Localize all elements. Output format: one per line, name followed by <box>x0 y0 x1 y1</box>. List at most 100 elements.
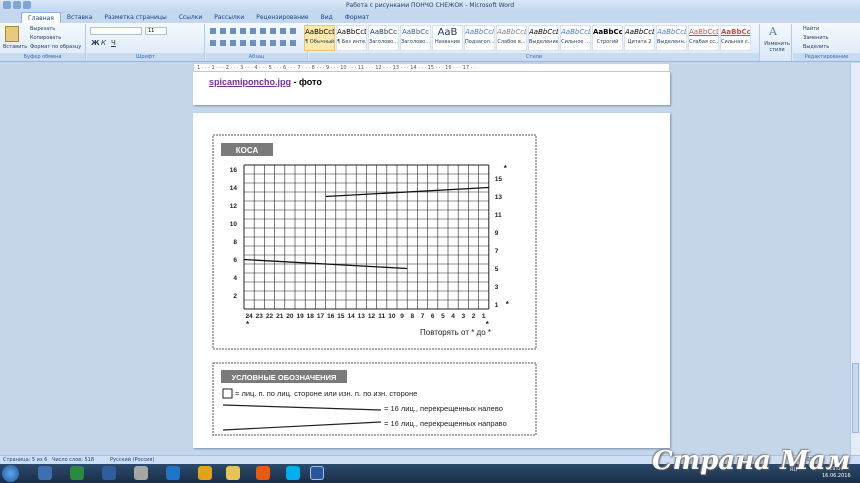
col-label: 3 <box>461 313 465 320</box>
row-label-left: 2 <box>233 293 237 300</box>
col-label: 19 <box>296 313 304 320</box>
word-window: Работа с рисунками ПОНЧО СНЕЖОК - Micros… <box>0 0 860 483</box>
title-bar: Работа с рисунками ПОНЧО СНЕЖОК - Micros… <box>0 0 860 11</box>
legend-cell-symbol <box>222 388 233 399</box>
style-name: Выделенн... <box>657 39 686 45</box>
style-strong[interactable]: AaBbCcDc Строгий <box>592 25 623 51</box>
col-label: 21 <box>276 313 284 320</box>
media-icon[interactable] <box>70 466 84 480</box>
style-sample: AaBbCcDc <box>305 28 334 36</box>
ie-icon[interactable] <box>166 466 180 480</box>
row-label-left: 8 <box>233 239 237 246</box>
style-name: Строгий <box>596 39 619 45</box>
col-label: 17 <box>317 313 325 320</box>
tab-view[interactable]: Вид <box>315 12 339 23</box>
save-icon[interactable] <box>13 1 21 9</box>
editing-group: Найти Заменить Выделить Редактирование <box>793 24 860 61</box>
col-label: 22 <box>266 313 274 320</box>
word-icon[interactable] <box>310 466 324 480</box>
style-intense-emphasis[interactable]: AaBbCcDc Сильное ... <box>560 25 591 51</box>
legend-title: УСЛОВНЫЕ ОБОЗНАЧЕНИЯ <box>232 373 337 382</box>
col-label: 9 <box>400 313 404 320</box>
italic-button[interactable]: К <box>101 39 106 47</box>
style-name: ¶ Обычный <box>305 39 334 45</box>
select-button[interactable]: Выделить <box>803 44 829 50</box>
style-heading-2[interactable]: AaBbCc Заголово... <box>400 25 431 51</box>
style-subtle-reference[interactable]: AaBbCcDc Слабая сс... <box>688 25 719 51</box>
folder-icon[interactable] <box>226 466 240 480</box>
row-label-right: 7 <box>495 248 499 255</box>
skype-icon[interactable] <box>286 466 300 480</box>
paste-icon[interactable] <box>5 26 19 42</box>
tab-page-layout[interactable]: Разметка страницы <box>98 12 172 23</box>
copy-button[interactable]: Копировать <box>30 35 61 41</box>
style-name: Слабая сс... <box>689 39 718 45</box>
style-intense-quote[interactable]: AaBbCcDc Выделенн... <box>656 25 687 51</box>
row-label-left: 14 <box>230 185 238 192</box>
row-label-right: 11 <box>495 212 502 219</box>
pattern-figure[interactable]: КОСА 24 23 22 21 20 19 18 17 16 15 14 13 12 11 10 9 8 7 6 5… <box>193 113 670 448</box>
find-button[interactable]: Найти <box>803 26 819 32</box>
vertical-scrollbar[interactable] <box>850 63 860 455</box>
change-styles-button[interactable]: Изменить стили <box>763 41 791 53</box>
style-intense-reference[interactable]: AaBbCcDc Сильная с... <box>720 25 751 51</box>
font-name-select[interactable] <box>90 27 142 35</box>
tab-format[interactable]: Формат <box>339 12 375 23</box>
align-buttons[interactable] <box>210 40 300 46</box>
app-icon[interactable] <box>198 466 212 480</box>
replace-button[interactable]: Заменить <box>803 35 829 41</box>
style-normal[interactable]: AaBbCcDc ¶ Обычный <box>304 25 335 51</box>
styles-group-label: Стили <box>309 53 759 61</box>
style-title[interactable]: AaB Название <box>432 25 463 51</box>
style-heading-1[interactable]: AaBbCc Заголово... <box>368 25 399 51</box>
row-label-left: 16 <box>230 167 238 174</box>
format-painter-button[interactable]: Формат по образцу <box>30 44 81 50</box>
quick-access-toolbar <box>3 1 31 9</box>
col-label: 20 <box>286 313 294 320</box>
explorer-icon[interactable] <box>38 466 52 480</box>
col-label: 16 <box>327 313 335 320</box>
style-quote[interactable]: AaBbCcDc Цитата 2 <box>624 25 655 51</box>
bold-button[interactable]: Ж <box>91 39 100 47</box>
style-sample: AaBbCcDc <box>497 28 526 36</box>
underline-button[interactable]: Ч <box>111 39 116 47</box>
row-label-right: 13 <box>495 194 503 201</box>
style-sample: AaBbCcDc <box>337 28 366 36</box>
app-icon[interactable] <box>102 466 116 480</box>
horizontal-ruler[interactable]: · 1 · · · 1 · · · 2 · · · 3 · · · 4 · · … <box>193 63 670 72</box>
col-label: 15 <box>337 313 345 320</box>
col-label: 8 <box>410 313 414 320</box>
change-styles-icon[interactable]: A <box>769 26 783 38</box>
office-button-icon[interactable] <box>3 1 11 9</box>
tab-review[interactable]: Рецензирование <box>250 12 314 23</box>
legend-item-2: = 16 лиц., перекрещенных налево <box>384 404 503 413</box>
paste-button[interactable]: Вставить <box>3 44 27 50</box>
firefox-icon[interactable] <box>256 466 270 480</box>
style-sample: AaBbCc <box>401 28 430 36</box>
start-button-icon[interactable] <box>2 465 19 482</box>
style-subtitle[interactable]: AaBbCcI Подзагол... <box>464 25 495 51</box>
style-no-spacing[interactable]: AaBbCcDc ¶ Без инте... <box>336 25 367 51</box>
style-subtle-emphasis[interactable]: AaBbCcDc Слабое в... <box>496 25 527 51</box>
app-icon[interactable] <box>134 466 148 480</box>
chart-title: КОСА <box>236 146 259 155</box>
image-link[interactable]: spicamiponcho.jpg <box>209 77 291 87</box>
col-label: 4 <box>451 313 455 320</box>
clipboard-group: Вставить Вырезать Копировать Формат по о… <box>0 24 86 61</box>
list-buttons[interactable] <box>210 28 300 34</box>
style-sample: AaBbCcDc <box>593 28 622 36</box>
tab-insert[interactable]: Вставка <box>61 12 98 23</box>
tab-home[interactable]: Главная <box>21 12 61 23</box>
cut-button[interactable]: Вырезать <box>30 26 55 32</box>
document-page-top: spicamiponcho.jpg - фото <box>193 72 670 105</box>
style-name: Выделение <box>529 39 558 45</box>
col-label: 1 <box>482 313 486 320</box>
undo-icon[interactable] <box>23 1 31 9</box>
tab-mailings[interactable]: Рассылки <box>208 12 250 23</box>
tab-references[interactable]: Ссылки <box>173 12 209 23</box>
style-emphasis[interactable]: AaBbCcDc Выделение <box>528 25 559 51</box>
style-sample: AaBbCcDc <box>689 28 718 36</box>
col-label: 18 <box>307 313 315 320</box>
scrollbar-thumb[interactable] <box>852 363 859 433</box>
font-size-select[interactable]: 11 <box>145 27 167 35</box>
